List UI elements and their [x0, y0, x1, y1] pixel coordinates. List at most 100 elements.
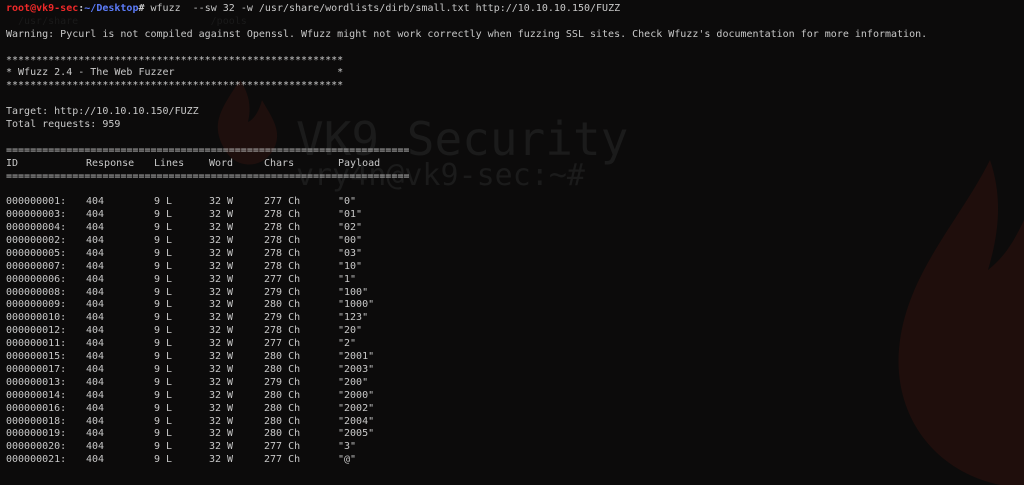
table-row: 000000003: 404 9 L 32 W 278 Ch "01" — [6, 209, 1024, 222]
row-id: 000000007: — [6, 260, 67, 272]
row-word: 32 W — [209, 428, 234, 440]
row-chars: 277 Ch — [264, 454, 301, 466]
row-lines: 9 L — [154, 428, 173, 440]
row-payload: "2" — [338, 338, 357, 350]
row-payload: "2002" — [338, 402, 375, 414]
row-response: 404 — [86, 286, 105, 298]
table-row: 000000004: 404 9 L 32 W 278 Ch "02" — [6, 222, 1024, 235]
table-row: 000000011: 404 9 L 32 W 277 Ch "2" — [6, 338, 1024, 351]
row-response: 404 — [86, 196, 105, 208]
table-row: 000000015: 404 9 L 32 W 280 Ch "2001" — [6, 351, 1024, 364]
table-row: 000000005: 404 9 L 32 W 278 Ch "03" — [6, 248, 1024, 261]
row-payload: "200" — [338, 376, 369, 388]
row-id: 000000012: — [6, 325, 67, 337]
row-lines: 9 L — [154, 247, 173, 259]
row-word: 32 W — [209, 376, 234, 388]
row-lines: 9 L — [154, 363, 173, 375]
row-chars: 279 Ch — [264, 312, 301, 324]
row-chars: 280 Ch — [264, 415, 301, 427]
row-payload: "2001" — [338, 351, 375, 363]
row-word: 32 W — [209, 209, 234, 221]
row-id: 000000013: — [6, 376, 67, 388]
header-response: Response — [86, 157, 135, 169]
row-payload: "1000" — [338, 299, 375, 311]
row-response: 404 — [86, 273, 105, 285]
table-row: 000000001: 404 9 L 32 W 277 Ch "0" — [6, 196, 1024, 209]
row-chars: 279 Ch — [264, 286, 301, 298]
row-payload: "0" — [338, 196, 357, 208]
row-lines: 9 L — [154, 415, 173, 427]
row-response: 404 — [86, 312, 105, 324]
row-payload: "100" — [338, 286, 369, 298]
row-id: 000000002: — [6, 235, 67, 247]
row-chars: 277 Ch — [264, 441, 301, 453]
row-response: 404 — [86, 363, 105, 375]
row-response: 404 — [86, 338, 105, 350]
row-lines: 9 L — [154, 235, 173, 247]
row-word: 32 W — [209, 312, 234, 324]
row-chars: 279 Ch — [264, 376, 301, 388]
row-chars: 280 Ch — [264, 363, 301, 375]
results-header: ID Response Lines Word Chars Payload — [6, 158, 1024, 171]
table-row: 000000008: 404 9 L 32 W 279 Ch "100" — [6, 287, 1024, 300]
table-row: 000000012: 404 9 L 32 W 278 Ch "20" — [6, 325, 1024, 338]
command-text: wfuzz --sw 32 -w /usr/share/wordlists/di… — [144, 3, 621, 14]
terminal-output[interactable]: root@vk9-sec:~/Desktop# wfuzz --sw 32 -w… — [6, 3, 1024, 485]
row-chars: 278 Ch — [264, 260, 301, 272]
total-requests-line: Total requests: 959 — [6, 119, 121, 131]
row-response: 404 — [86, 376, 105, 388]
row-payload: "00" — [338, 235, 363, 247]
row-payload: "20" — [338, 325, 363, 337]
row-lines: 9 L — [154, 376, 173, 388]
row-word: 32 W — [209, 247, 234, 259]
row-word: 32 W — [209, 325, 234, 337]
row-word: 32 W — [209, 299, 234, 311]
row-payload: "2005" — [338, 428, 375, 440]
row-response: 404 — [86, 415, 105, 427]
row-lines: 9 L — [154, 196, 173, 208]
separator-top: ========================================… — [6, 144, 410, 156]
row-id: 000000005: — [6, 247, 67, 259]
row-word: 32 W — [209, 441, 234, 453]
row-chars: 280 Ch — [264, 299, 301, 311]
row-word: 32 W — [209, 415, 234, 427]
row-response: 404 — [86, 209, 105, 221]
row-lines: 9 L — [154, 299, 173, 311]
header-lines: Lines — [154, 157, 185, 169]
results-table: 000000001: 404 9 L 32 W 277 Ch "0" 000000003: 4… — [6, 196, 1024, 467]
row-lines: 9 L — [154, 338, 173, 350]
row-word: 32 W — [209, 363, 234, 375]
row-word: 32 W — [209, 454, 234, 466]
table-row: 000000020: 404 9 L 32 W 277 Ch "3" — [6, 441, 1024, 454]
row-word: 32 W — [209, 196, 234, 208]
header-payload: Payload — [338, 157, 381, 169]
table-row: 000000010: 404 9 L 32 W 279 Ch "123" — [6, 312, 1024, 325]
row-word: 32 W — [209, 338, 234, 350]
row-payload: "3" — [338, 441, 357, 453]
row-payload: "@" — [338, 454, 357, 466]
header-id: ID — [6, 157, 19, 169]
row-id: 000000009: — [6, 299, 67, 311]
row-word: 32 W — [209, 389, 234, 401]
banner-title: * Wfuzz 2.4 - The Web Fuzzer * — [6, 67, 344, 79]
table-row: 000000014: 404 9 L 32 W 280 Ch "2000" — [6, 390, 1024, 403]
row-id: 000000004: — [6, 222, 67, 234]
row-chars: 278 Ch — [264, 222, 301, 234]
row-chars: 277 Ch — [264, 196, 301, 208]
row-id: 000000019: — [6, 428, 67, 440]
row-payload: "1" — [338, 273, 357, 285]
banner-border-top: ****************************************… — [6, 54, 344, 66]
table-row: 000000007: 404 9 L 32 W 278 Ch "10" — [6, 261, 1024, 274]
row-lines: 9 L — [154, 441, 173, 453]
row-chars: 280 Ch — [264, 402, 301, 414]
prompt-user-host: root@vk9-sec — [6, 3, 79, 14]
row-lines: 9 L — [154, 209, 173, 221]
row-id: 000000010: — [6, 312, 67, 324]
row-lines: 9 L — [154, 389, 173, 401]
row-lines: 9 L — [154, 312, 173, 324]
row-word: 32 W — [209, 260, 234, 272]
